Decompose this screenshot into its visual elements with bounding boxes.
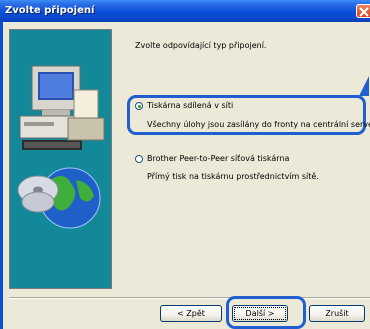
option-shared-printer-description: Všechny úlohy jsou zasílány do fronty na… — [147, 120, 370, 129]
close-icon — [359, 7, 369, 17]
option-peer-to-peer-label[interactable]: Brother Peer-to-Peer síťová tiskárna — [147, 154, 289, 163]
separator — [9, 297, 370, 299]
cancel-button[interactable]: Zrušit — [309, 305, 365, 322]
window-frame — [0, 22, 3, 329]
window-title: Zvolte připojení — [5, 5, 95, 16]
radio-shared-printer[interactable] — [135, 102, 143, 110]
disc-icon — [17, 175, 59, 213]
back-button[interactable]: < Zpět — [160, 305, 222, 322]
title-bar: Zvolte připojení — [0, 0, 370, 22]
option-shared-printer-label[interactable]: Tiskárna sdílená v síti — [147, 101, 233, 110]
option-peer-to-peer-description: Přímý tisk na tiskárnu prostřednictvím s… — [147, 172, 319, 181]
close-button[interactable] — [356, 4, 370, 18]
next-button[interactable]: Další > — [232, 305, 288, 322]
radio-peer-to-peer[interactable] — [135, 155, 143, 163]
pointer-arrow-icon — [359, 76, 369, 96]
prompt-text: Zvolte odpovídající typ připojení. — [135, 41, 267, 50]
wizard-illustration — [9, 29, 112, 289]
